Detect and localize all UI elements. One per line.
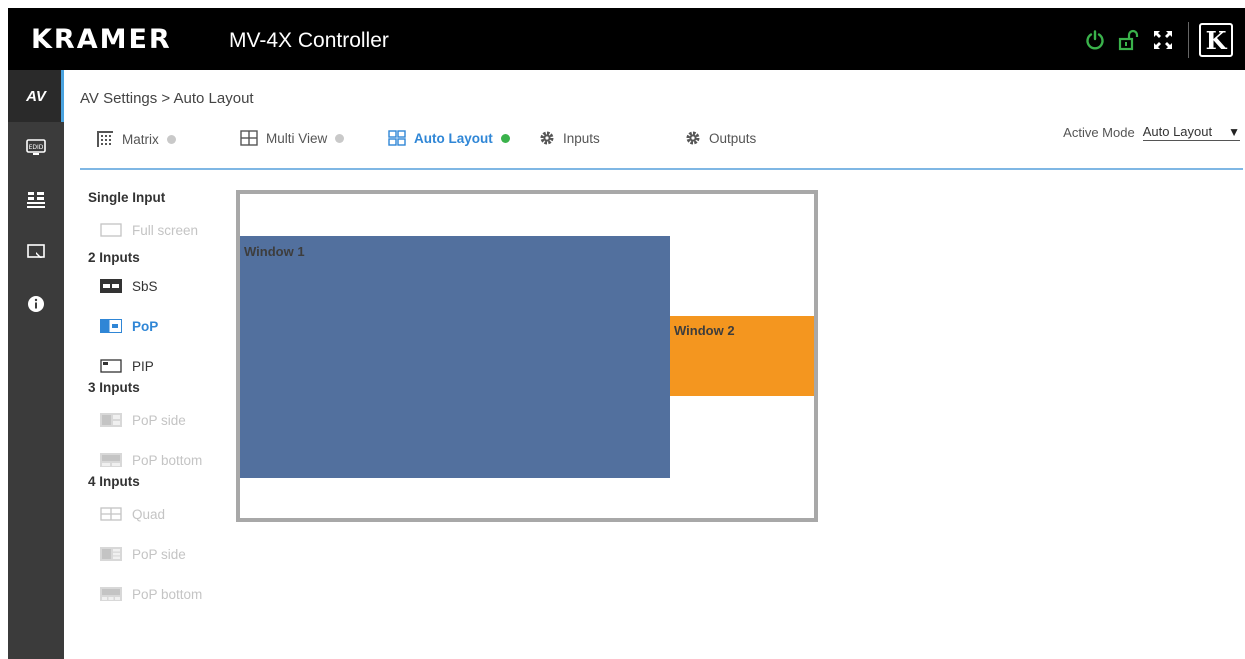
pip-icon xyxy=(100,359,122,373)
sidebar-item-info[interactable] xyxy=(8,278,64,330)
quad-icon xyxy=(100,507,122,521)
unlock-icon[interactable] xyxy=(1112,23,1146,57)
layout-option-pop-side-4[interactable]: PoP side xyxy=(88,534,228,574)
pop-bottom-icon xyxy=(100,453,122,467)
pop-side-icon xyxy=(100,547,122,561)
pop-side-icon xyxy=(100,413,122,427)
layout-option-quad[interactable]: Quad xyxy=(88,494,228,534)
option-label: SbS xyxy=(132,278,158,294)
layout-option-pop[interactable]: PoP xyxy=(88,306,228,346)
layout-option-full-screen[interactable]: Full screen xyxy=(88,210,228,250)
option-label: PoP xyxy=(132,318,159,334)
window-2-label: Window 2 xyxy=(674,323,735,338)
status-dot xyxy=(335,133,345,143)
sidebar-item-display[interactable] xyxy=(8,226,64,278)
tab-inputs[interactable]: Inputs xyxy=(539,130,600,146)
status-dot xyxy=(166,134,176,144)
tab-outputs-label: Outputs xyxy=(709,130,757,146)
sidebar-item-device-settings[interactable] xyxy=(8,174,64,226)
active-mode: Active Mode Auto Layout ▼ xyxy=(1063,124,1240,141)
sidebar: AV EDID xyxy=(8,70,64,659)
layout-option-pop-bottom-4[interactable]: PoP bottom xyxy=(88,574,228,614)
layout-option-sbs[interactable]: SbS xyxy=(88,266,228,306)
tab-multi-view[interactable]: Multi View xyxy=(240,130,345,146)
gear-icon xyxy=(686,131,700,145)
top-bar: KRAMER MV-4X Controller K xyxy=(8,8,1245,70)
chevron-down-icon: ▼ xyxy=(1228,124,1240,139)
status-dot xyxy=(500,133,510,143)
matrix-icon xyxy=(97,131,113,147)
layout-option-pop-side[interactable]: PoP side xyxy=(88,400,228,440)
group-title: 3 Inputs xyxy=(88,380,140,395)
tab-bar: Matrix Multi View Auto Layout Inputs Out… xyxy=(80,124,1243,170)
brand-logo: KRAMER xyxy=(31,24,172,55)
gear-icon xyxy=(540,131,554,145)
tab-outputs[interactable]: Outputs xyxy=(685,130,756,146)
pop-icon xyxy=(100,319,122,333)
device-settings-icon xyxy=(27,192,45,208)
av-label: AV xyxy=(26,87,46,105)
tab-auto-layout[interactable]: Auto Layout xyxy=(388,130,510,146)
option-label: Full screen xyxy=(132,222,199,238)
active-mode-value: Auto Layout xyxy=(1142,124,1213,139)
info-icon xyxy=(28,296,44,312)
tab-multi-view-label: Multi View xyxy=(266,130,328,146)
tab-matrix[interactable]: Matrix xyxy=(96,130,176,148)
tab-matrix-label: Matrix xyxy=(122,131,159,147)
window-1[interactable]: Window 1 xyxy=(240,236,670,478)
display-icon xyxy=(27,244,45,258)
layout-preview: Window 1 Window 2 xyxy=(236,190,818,522)
full-screen-icon xyxy=(100,223,122,237)
edid-text: EDID xyxy=(29,144,44,151)
top-icons: K xyxy=(1078,22,1233,58)
active-mode-select[interactable]: Auto Layout ▼ xyxy=(1142,124,1240,141)
autolayout-icon xyxy=(388,130,406,146)
pop-bottom-icon xyxy=(100,587,122,601)
layout-options: Single Input Full screen 2 Inputs SbS Po… xyxy=(88,190,228,614)
window-2[interactable]: Window 2 xyxy=(670,316,814,396)
window-1-label: Window 1 xyxy=(244,244,305,259)
option-label: PoP bottom xyxy=(132,586,203,602)
kramer-logo: K xyxy=(1199,23,1233,57)
option-label: PIP xyxy=(132,358,154,374)
sidebar-item-edid[interactable]: EDID xyxy=(8,122,64,174)
tab-auto-layout-label: Auto Layout xyxy=(414,130,493,146)
option-label: PoP side xyxy=(132,546,186,562)
fullscreen-icon[interactable] xyxy=(1146,23,1180,57)
multiview-icon xyxy=(240,130,258,146)
sidebar-item-av[interactable]: AV xyxy=(8,70,64,122)
breadcrumb: AV Settings > Auto Layout xyxy=(80,90,254,107)
group-title: Single Input xyxy=(88,190,166,205)
edid-icon: EDID xyxy=(26,139,46,155)
power-icon[interactable] xyxy=(1078,23,1112,57)
group-title: 4 Inputs xyxy=(88,474,140,489)
option-label: PoP side xyxy=(132,412,186,428)
app-title: MV-4X Controller xyxy=(229,29,389,52)
sbs-icon xyxy=(100,279,122,293)
option-label: PoP bottom xyxy=(132,452,203,468)
divider xyxy=(1188,22,1189,58)
option-label: Quad xyxy=(132,506,166,522)
tab-inputs-label: Inputs xyxy=(563,130,600,146)
active-mode-label: Active Mode xyxy=(1063,125,1135,140)
